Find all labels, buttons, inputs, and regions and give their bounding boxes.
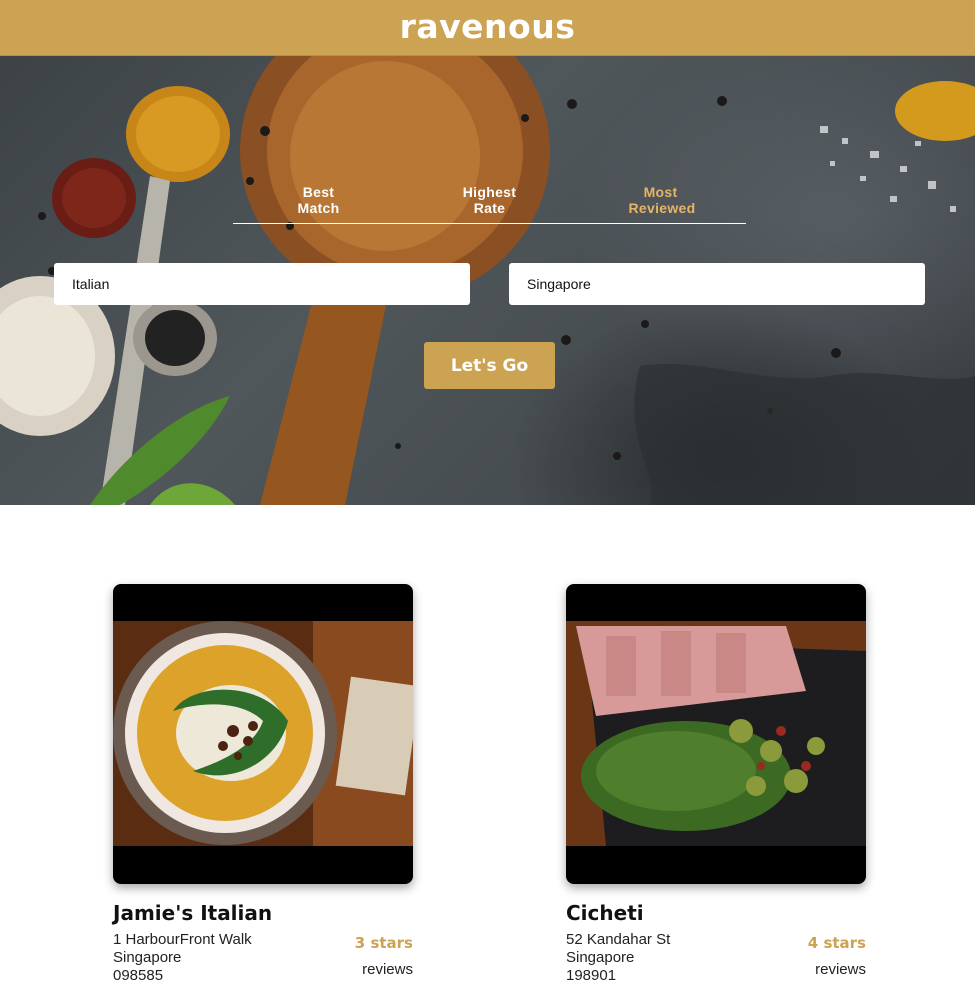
business-review-count: reviews <box>362 961 413 978</box>
business-address: 52 Kandahar St Singapore 198901 <box>566 931 671 984</box>
business-info: 1 HarbourFront Walk Singapore 098585 3 s… <box>113 931 413 985</box>
business-rating: 3 stars <box>354 934 413 952</box>
sort-best-match[interactable]: Best Match <box>233 184 404 223</box>
search-term-input[interactable] <box>54 263 470 305</box>
search-hero: Best Match Highest Rate Most Reviewed Le… <box>0 56 975 505</box>
brand-logo: ravenous <box>399 7 576 46</box>
business-photo <box>113 584 413 884</box>
sort-options: Best Match Highest Rate Most Reviewed <box>233 184 746 224</box>
business-name: Jamie's Italian <box>113 901 273 925</box>
business-photo <box>566 584 866 884</box>
location-input[interactable] <box>509 263 925 305</box>
top-bar: ravenous <box>0 0 975 56</box>
business-address: 1 HarbourFront Walk Singapore 098585 <box>113 931 252 984</box>
business-review-count: reviews <box>815 961 866 978</box>
business-info: 52 Kandahar St Singapore 198901 4 stars … <box>566 931 866 985</box>
business-reviews: 3 stars reviews <box>355 931 413 985</box>
business-card[interactable]: Jamie's Italian 1 HarbourFront Walk Sing… <box>113 584 413 985</box>
business-card[interactable]: Cicheti 52 Kandahar St Singapore 198901 … <box>566 584 866 985</box>
business-reviews: 4 stars reviews <box>808 931 866 985</box>
sort-highest-rate[interactable]: Highest Rate <box>404 184 575 223</box>
lets-go-button[interactable]: Let's Go <box>424 342 555 389</box>
business-name: Cicheti <box>566 901 644 925</box>
business-rating: 4 stars <box>807 934 866 952</box>
sort-most-reviewed[interactable]: Most Reviewed <box>575 184 746 223</box>
